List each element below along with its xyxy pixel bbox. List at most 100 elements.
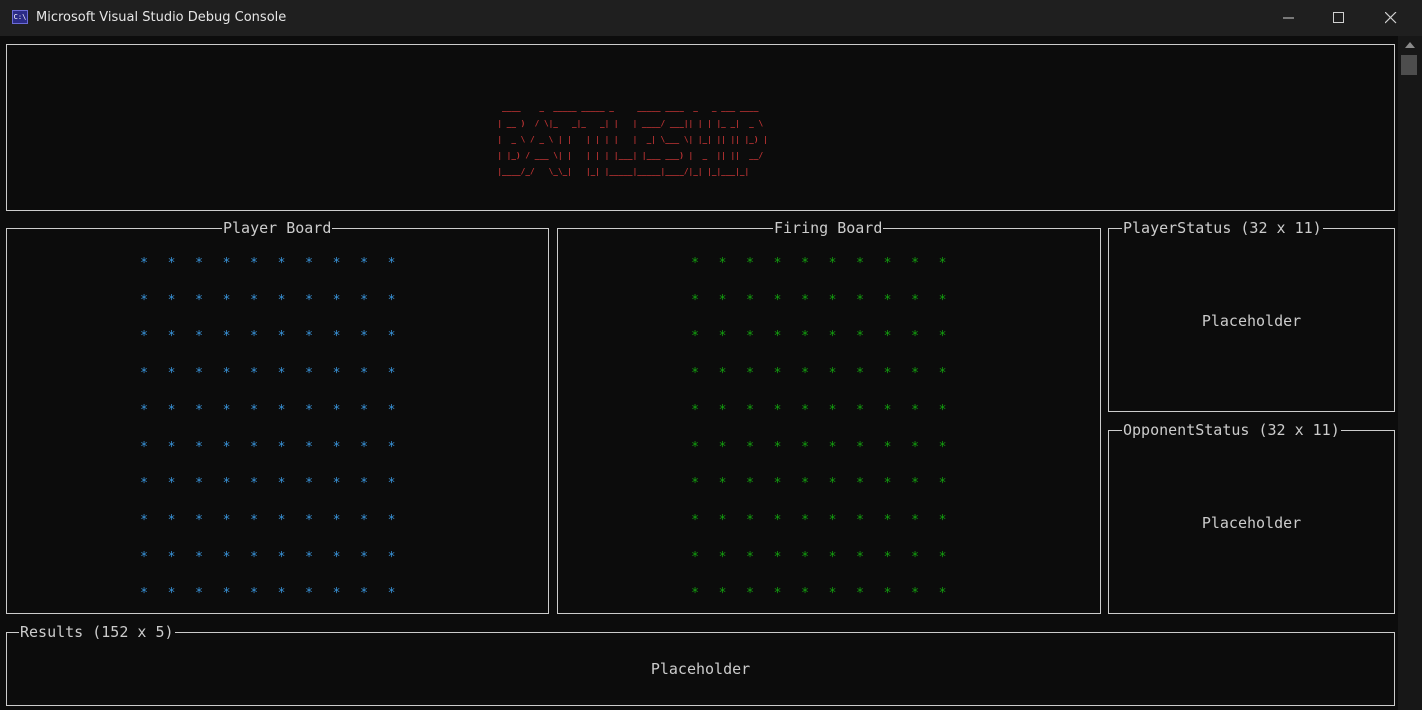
close-button[interactable] [1368,0,1414,36]
board-cell: * [277,366,286,382]
board-cell: * [773,402,782,418]
board-cell: * [250,402,258,418]
board-cell: * [883,366,892,382]
board-cell: * [305,329,313,345]
board-cell: * [332,402,341,418]
board-cell: * [746,402,754,418]
board-cell: * [332,366,341,382]
scroll-thumb[interactable] [1401,55,1417,75]
board-cell: * [277,549,286,565]
board-cell: * [222,512,231,528]
board-cell: * [801,292,809,308]
vertical-scrollbar[interactable] [1398,36,1422,710]
board-cell: * [222,549,231,565]
battleship-banner: ____ _ _____ _____ _ _____ ____ _ _ ___ … [497,100,768,180]
board-cell: * [856,402,864,418]
board-cell: * [360,366,368,382]
board-cell: * [938,439,947,455]
board-cell: * [938,586,947,602]
minimize-button[interactable] [1266,0,1312,36]
board-cell: * [746,366,754,382]
board-cell: * [167,366,176,382]
board-cell: * [856,292,864,308]
results-panel: Results (152 x 5) Placeholder [6,623,1395,706]
board-cell: * [691,512,699,528]
board-cell: * [911,512,919,528]
board-cell: * [801,549,809,565]
board-cell: * [801,512,809,528]
board-cell: * [167,402,176,418]
board-cell: * [250,512,258,528]
board-cell: * [883,476,892,492]
maximize-icon [1333,12,1344,23]
board-cell: * [746,329,754,345]
board-cell: * [167,439,176,455]
board-cell: * [250,256,258,271]
board-cell: * [938,366,947,382]
board-cell: * [195,329,203,345]
board-cell: * [387,439,396,455]
board-cell: * [222,586,231,602]
board-cell: * [277,402,286,418]
board-cell: * [856,549,864,565]
board-cell: * [387,476,396,492]
board-cell: * [387,329,396,345]
scroll-up-arrow-icon[interactable] [1405,42,1415,48]
board-cell: * [195,439,203,455]
maximize-button[interactable] [1316,0,1362,36]
board-cell: * [277,512,286,528]
board-cell: * [360,549,368,565]
board-cell: * [360,439,368,455]
window-title: Microsoft Visual Studio Debug Console [36,10,287,25]
board-cell: * [305,512,313,528]
board-cell: * [167,256,176,271]
board-cell: * [305,586,313,602]
board-cell: * [828,329,837,345]
board-cell: * [828,476,837,492]
board-cell: * [332,292,341,308]
board-cell: * [718,549,727,565]
board-cell: * [691,439,699,455]
board-cell: * [691,366,699,382]
board-cell: * [911,366,919,382]
board-cell: * [718,476,727,492]
board-cell: * [911,586,919,602]
board-cell: * [387,292,396,308]
board-cell: * [277,439,286,455]
board-cell: * [856,512,864,528]
banner-line: |____/_/ \_\_| |_| |_____|_____|____/|_|… [497,167,768,176]
board-cell: * [360,586,368,602]
close-icon [1385,12,1397,24]
board-cell: * [856,476,864,492]
player-status-placeholder: Placeholder [1201,312,1302,330]
results-title: Results (152 x 5) [19,623,175,641]
board-cell: * [883,256,892,271]
board-cell: * [332,586,341,602]
board-cell: * [938,292,947,308]
board-cell: * [305,476,313,492]
results-placeholder: Placeholder [650,660,751,678]
board-cell: * [691,329,699,345]
banner-line: ____ _ _____ _____ _ _____ ____ _ _ ___ … [497,103,768,112]
board-cell: * [773,586,782,602]
board-cell: * [828,439,837,455]
board-cell: * [140,402,148,418]
board-cell: * [167,329,176,345]
board-cell: * [773,549,782,565]
console-app-icon: C:\ [12,10,28,24]
board-cell: * [773,256,782,271]
board-cell: * [691,292,699,308]
board-cell: * [387,586,396,602]
board-cell: * [250,586,258,602]
board-cell: * [277,256,286,271]
board-cell: * [718,292,727,308]
board-cell: * [773,512,782,528]
board-cell: * [167,476,176,492]
board-cell: * [883,512,892,528]
board-cell: * [360,256,368,271]
board-cell: * [911,329,919,345]
board-cell: * [883,329,892,345]
board-cell: * [828,256,837,271]
opponent-status-placeholder: Placeholder [1201,514,1302,532]
board-cell: * [222,476,231,492]
